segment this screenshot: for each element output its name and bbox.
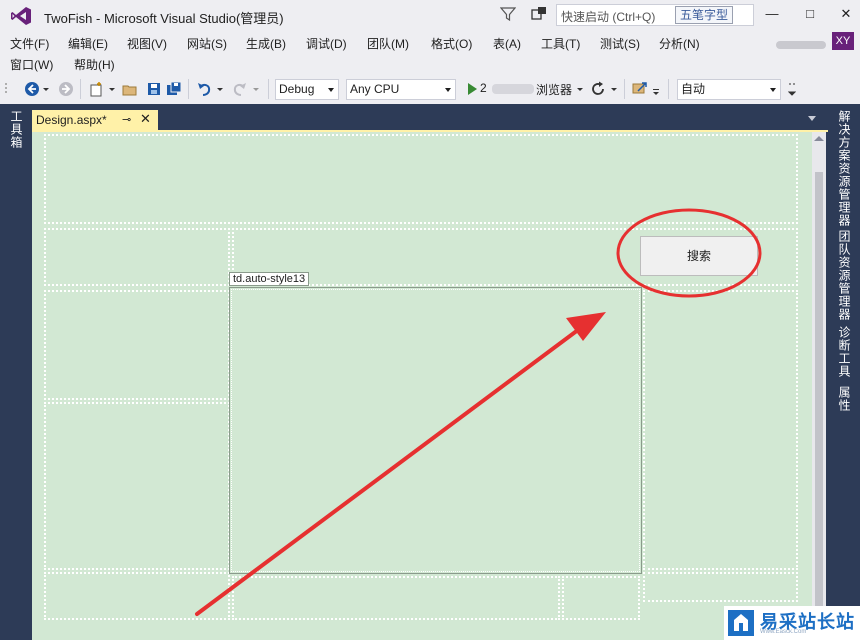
chevron-down-icon [445,88,451,92]
right-dock-panel: 解决方案资源管理器 团队资源管理器 诊断工具 属性 [828,104,860,640]
element-tag-label: td.auto-style13 [229,272,310,286]
menu-test[interactable]: 测试(S) [600,35,640,52]
close-tab-icon[interactable]: ✕ [140,111,151,127]
run-target-blurred[interactable] [492,84,534,94]
open-file-icon[interactable] [122,81,138,97]
watermark-logo-icon [728,610,754,636]
menu-edit[interactable]: 编辑(E) [68,35,108,52]
left-dock-panel: 工具箱 [0,104,32,640]
menu-file[interactable]: 文件(F) [10,35,49,52]
team-explorer-tab[interactable]: 团队资源管理器 [836,230,853,321]
table-cell-header[interactable] [44,134,798,224]
table-cell[interactable] [44,228,230,286]
run-play-icon[interactable] [464,81,480,97]
standard-toolbar: Debug Any CPU 自动 [0,74,860,104]
feedback-icon[interactable] [530,5,548,23]
toolbox-tab[interactable]: 工具箱 [8,110,25,149]
menu-analyze[interactable]: 分析(N) [659,35,700,52]
ime-badge[interactable]: 五笔字型 [675,6,734,24]
table-cell[interactable] [562,576,640,620]
back-dropdown-icon[interactable] [42,81,50,97]
run-dropdown-icon[interactable] [576,81,584,97]
notification-filter-icon[interactable] [500,6,516,22]
maximize-button[interactable]: □ [800,4,820,24]
menu-website[interactable]: 网站(S) [187,35,227,52]
search-button[interactable]: 搜索 [640,236,758,276]
quick-launch-input[interactable]: 快速启动 (Ctrl+Q) 五笔字型 [556,4,754,26]
toolbar-separator [624,79,625,99]
configuration-value: Debug [279,82,315,96]
refresh-dropdown-icon[interactable] [610,81,618,97]
toolbar-separator [80,79,81,99]
table-cell[interactable] [44,290,230,400]
toolbar-separator [668,79,669,99]
watermark-subtext: Www.Easck.Com [760,629,807,635]
table-cell[interactable] [232,576,560,620]
menu-help[interactable]: 帮助(H) [74,56,115,73]
navigate-back-icon[interactable] [24,81,40,97]
menu-build[interactable]: 生成(B) [246,35,286,52]
table-cell[interactable] [44,572,230,620]
target-view-value: 自动 [681,82,706,96]
solution-explorer-tab[interactable]: 解决方案资源管理器 [836,110,853,227]
save-all-icon[interactable] [166,81,182,97]
properties-tab[interactable]: 属性 [836,386,853,412]
quick-launch-placeholder: 快速启动 (Ctrl+Q) [561,10,656,24]
menu-tools[interactable]: 工具(T) [541,35,580,52]
tab-list-dropdown-icon[interactable] [808,116,816,121]
platform-value: Any CPU [350,82,400,96]
solution-platform-select[interactable]: Any CPU [346,79,456,100]
new-project-dropdown-icon[interactable] [108,81,116,97]
toolbar-grip-icon[interactable] [4,81,10,97]
menu-format[interactable]: 格式(O) [431,35,472,52]
solution-configuration-select[interactable]: Debug [275,79,339,100]
site-watermark: 易采站长站 Www.Easck.Com [724,606,860,640]
scroll-up-icon[interactable] [814,136,824,141]
minimize-button[interactable]: — [762,4,782,24]
tab-label: Design.aspx* [36,113,107,127]
table-cell[interactable] [643,572,798,602]
title-bar: TwoFish - Microsoft Visual Studio(管理员) 快… [0,0,860,32]
toolbar-separator [188,79,189,99]
navigate-forward-icon[interactable] [58,81,74,97]
new-project-icon[interactable] [88,81,104,97]
save-icon[interactable] [146,81,162,97]
run-target-label[interactable]: 浏览器 [536,81,572,98]
chevron-down-icon [328,88,334,92]
user-name-blurred[interactable] [776,41,826,49]
table-cell[interactable] [643,290,798,570]
redo-icon[interactable] [232,81,248,97]
user-avatar[interactable]: XY [832,32,854,50]
undo-dropdown-icon[interactable] [216,81,224,97]
table-cell[interactable] [44,402,230,570]
selected-table-cell[interactable] [229,287,642,574]
menu-table[interactable]: 表(A) [493,35,521,52]
refresh-icon[interactable] [590,81,606,97]
close-window-button[interactable]: ✕ [836,4,856,24]
toolbar-separator [268,79,269,99]
menu-team[interactable]: 团队(M) [367,35,409,52]
target-view-select[interactable]: 自动 [677,79,781,100]
browser-link-icon[interactable] [632,81,648,97]
undo-icon[interactable] [196,81,212,97]
menu-debug[interactable]: 调试(D) [306,35,347,52]
toolbar-options-icon[interactable] [788,81,796,97]
visual-studio-logo-icon [11,7,31,25]
pin-icon[interactable]: ⊸ [122,113,131,126]
chevron-down-icon [770,88,776,92]
menu-window[interactable]: 窗口(W) [10,56,53,73]
menu-view[interactable]: 视图(V) [127,35,167,52]
menu-bar: 文件(F) 编辑(E) 视图(V) 网站(S) 生成(B) 调试(D) 团队(M… [0,32,860,74]
scrollbar-thumb[interactable] [815,172,823,640]
diagnostic-tools-tab[interactable]: 诊断工具 [836,326,853,378]
toolbar-overflow-icon[interactable] [652,81,660,97]
redo-dropdown-icon[interactable] [252,81,260,97]
run-target-prefix[interactable]: 2 [480,81,487,95]
tab-design-aspx[interactable]: Design.aspx* ⊸ ✕ [32,110,158,131]
window-title: TwoFish - Microsoft Visual Studio(管理员) [44,11,284,26]
